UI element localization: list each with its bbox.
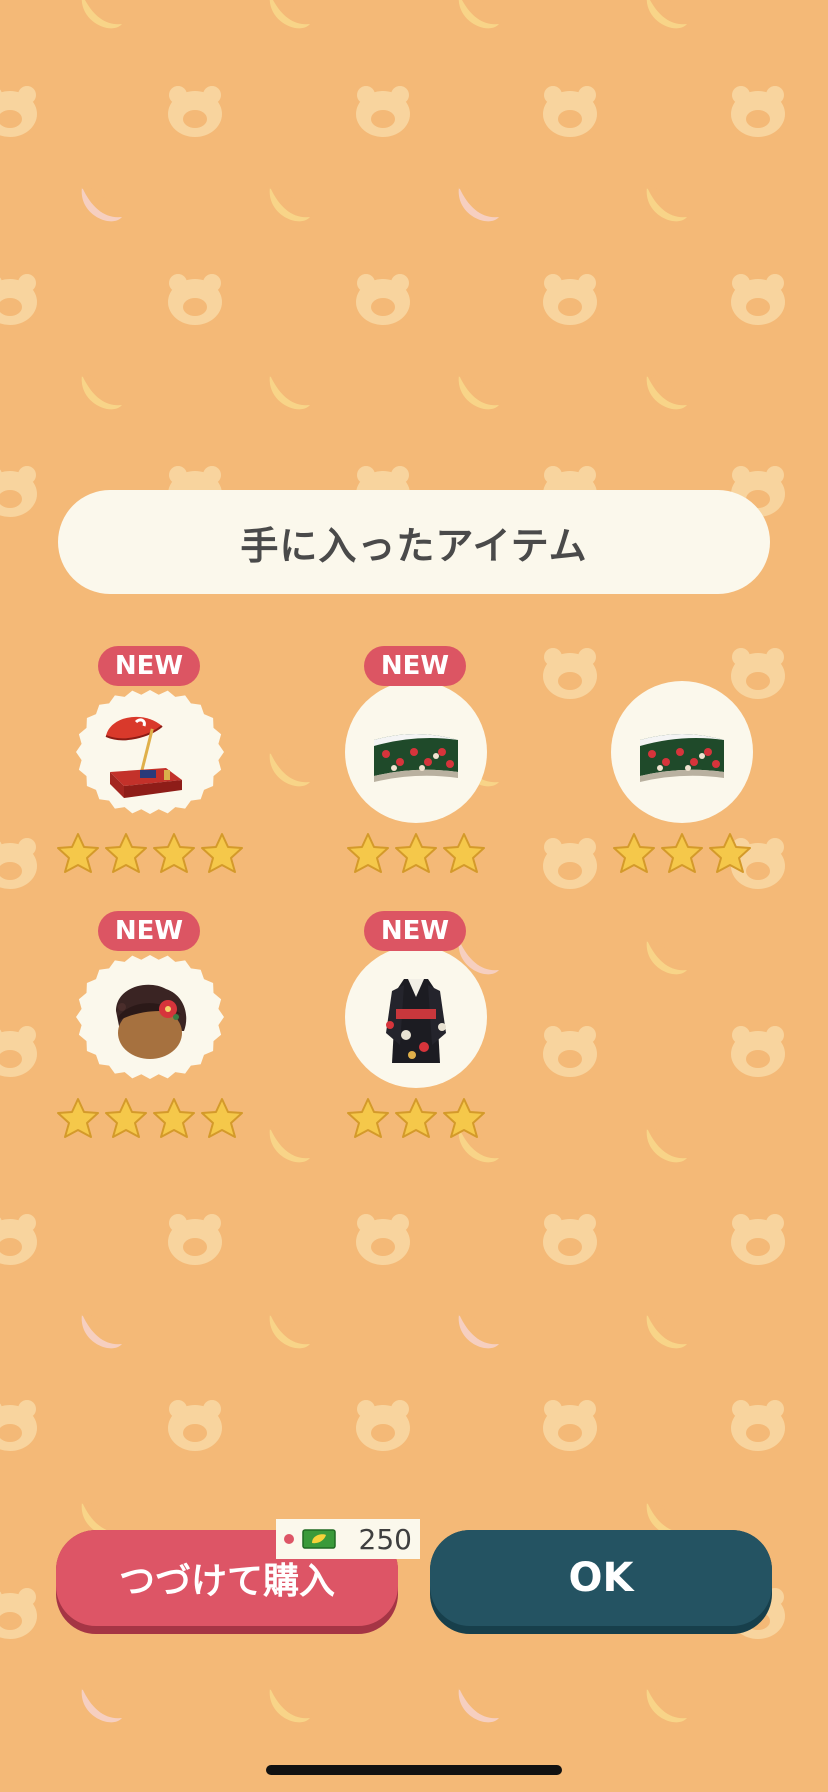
star-icon (443, 833, 485, 873)
star-icon (153, 1098, 195, 1138)
ok-button[interactable]: OK (430, 1530, 772, 1634)
star-icon (105, 1098, 147, 1138)
star-icon (395, 833, 437, 873)
new-badge: NEW (98, 646, 200, 686)
item-card[interactable] (588, 646, 768, 876)
star-icon (57, 1098, 99, 1138)
rarity-stars (56, 832, 244, 876)
rarity-stars (332, 832, 500, 876)
rarity-stars (598, 832, 766, 876)
new-badge: NEW (364, 646, 466, 686)
camellia-hedge-icon (640, 734, 724, 782)
price-tag: 250 (276, 1519, 420, 1559)
home-indicator[interactable] (266, 1765, 562, 1775)
star-icon (613, 833, 655, 873)
star-icon (661, 833, 703, 873)
black-furisode-icon (386, 979, 446, 1063)
item-card[interactable]: NEW (322, 911, 502, 1141)
ok-label: OK (430, 1530, 772, 1626)
leaf-ticket-icon (302, 1529, 336, 1549)
item-card[interactable]: NEW (322, 646, 502, 876)
star-icon (395, 1098, 437, 1138)
title-banner: 手に入ったアイテム (58, 490, 770, 594)
star-icon (709, 833, 751, 873)
star-icon (105, 833, 147, 873)
new-badge: NEW (364, 911, 466, 951)
star-icon (201, 1098, 243, 1138)
camellia-hairstyle-icon (116, 984, 187, 1059)
item-card[interactable]: NEW (56, 911, 243, 1141)
star-icon (153, 833, 195, 873)
new-badge: NEW (98, 911, 200, 951)
star-icon (347, 1098, 389, 1138)
tag-hole (284, 1534, 294, 1544)
item-card[interactable]: NEW (56, 646, 243, 876)
price-amount: 250 (358, 1522, 412, 1556)
page-title: 手に入ったアイテム (240, 523, 588, 568)
star-icon (57, 833, 99, 873)
camellia-hedge-icon (374, 734, 458, 782)
star-icon (443, 1098, 485, 1138)
star-icon (201, 833, 243, 873)
star-icon (347, 833, 389, 873)
parasol-stand-icon (105, 716, 182, 798)
rarity-stars (56, 1097, 244, 1141)
rarity-stars (332, 1097, 500, 1141)
